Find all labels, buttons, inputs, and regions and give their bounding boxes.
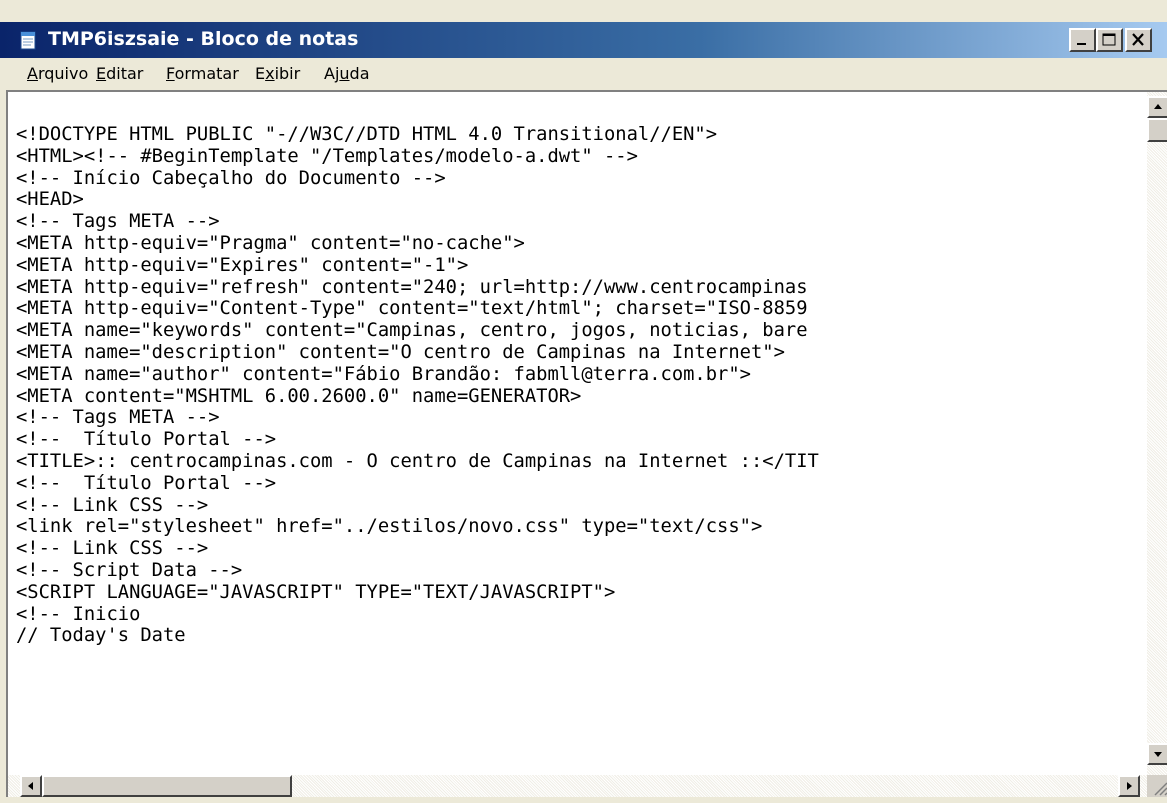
code-line: <META name="description" content="O cent… [16, 341, 785, 363]
menu-ajuda-mnemonic: u [339, 64, 350, 83]
menu-bar: Arquivo Editar Formatar Exibir Ajuda [0, 58, 1167, 90]
maximize-icon [1102, 33, 1116, 46]
code-line: // Today's Date [16, 625, 186, 647]
code-line: <META name="author" content="Fábio Brand… [16, 363, 751, 385]
code-line: <!-- Início Cabeçalho do Documento --> [16, 167, 446, 189]
maximize-button[interactable] [1096, 28, 1123, 52]
menu-editar[interactable]: Editar [96, 64, 143, 83]
horizontal-scrollbar[interactable] [8, 775, 1147, 797]
menu-arquivo[interactable]: Arquivo [27, 64, 88, 83]
scroll-up-button[interactable] [1147, 96, 1167, 118]
menu-arquivo-mnemonic: A [27, 64, 38, 83]
code-line: <META http-equiv="Pragma" content="no-ca… [16, 232, 525, 254]
menu-editar-mnemonic: E [96, 64, 107, 83]
code-line: <!-- Link CSS --> [16, 494, 209, 516]
minimize-icon [1077, 43, 1086, 45]
code-line: <SCRIPT LANGUAGE="JAVASCRIPT" TYPE="TEXT… [16, 581, 616, 603]
code-line: <HTML><!-- #BeginTemplate "/Templates/mo… [16, 145, 638, 167]
minimize-button[interactable] [1069, 28, 1096, 52]
arrow-left-icon [28, 782, 33, 790]
code-line: <!-- Título Portal --> [16, 472, 277, 494]
resize-grip[interactable] [1147, 775, 1167, 797]
menu-ajuda[interactable]: Ajuda [324, 64, 370, 83]
menu-exibir[interactable]: Exibir [255, 64, 300, 83]
code-line: <!-- Tags META --> [16, 211, 220, 233]
code-line: <!-- Link CSS --> [16, 538, 209, 560]
code-line: <!-- Título Portal --> [16, 429, 277, 451]
code-line: <!-- Inicio [16, 603, 141, 625]
menu-editar-rest: ditar [106, 64, 144, 83]
scroll-right-button[interactable] [1118, 775, 1140, 797]
scroll-left-button[interactable] [20, 775, 42, 797]
menu-formatar-rest: ormatar [174, 64, 239, 83]
window-title: TMP6iszsaie - Bloco de notas [48, 28, 359, 50]
menu-ajuda-pre: Aj [324, 64, 340, 83]
menu-exibir-rest: ibir [274, 64, 301, 83]
editor-text-area[interactable]: <!DOCTYPE HTML PUBLIC "-//W3C//DTD HTML … [16, 124, 1146, 774]
code-line: <META name="keywords" content="Campinas,… [16, 320, 808, 342]
close-icon [1132, 33, 1144, 46]
resize-grip-icon [1154, 782, 1167, 796]
code-line: <META http-equiv="refresh" content="240;… [16, 276, 808, 298]
close-button[interactable] [1125, 28, 1152, 52]
code-line: <!DOCTYPE HTML PUBLIC "-//W3C//DTD HTML … [16, 124, 718, 145]
text-editor[interactable]: <!DOCTYPE HTML PUBLIC "-//W3C//DTD HTML … [6, 90, 1167, 797]
arrow-up-icon [1154, 104, 1162, 109]
code-line: <!-- Tags META --> [16, 407, 220, 429]
menu-formatar[interactable]: Formatar [166, 64, 239, 83]
title-bar[interactable]: TMP6iszsaie - Bloco de notas [0, 22, 1167, 58]
code-line: <META http-equiv="Expires" content="-1"> [16, 254, 469, 276]
code-line: <META content="MSHTML 6.00.2600.0" name=… [16, 385, 582, 407]
scroll-down-button[interactable] [1147, 743, 1167, 765]
menu-formatar-mnemonic: F [166, 64, 175, 83]
arrow-right-icon [1127, 782, 1132, 790]
code-line: <link rel="stylesheet" href="../estilos/… [16, 516, 763, 538]
notepad-window: TMP6iszsaie - Bloco de notas Arquivo Edi… [0, 0, 1167, 803]
menu-exibir-mnemonic: x [265, 64, 275, 83]
code-line: <!-- Script Data --> [16, 559, 243, 581]
menu-ajuda-rest: da [349, 64, 370, 83]
notepad-icon[interactable] [18, 30, 38, 50]
menu-exibir-pre: E [255, 64, 266, 83]
code-line: <META http-equiv="Content-Type" content=… [16, 298, 808, 320]
vertical-scroll-thumb[interactable] [1147, 118, 1167, 142]
code-line: <HEAD> [16, 189, 84, 211]
arrow-down-icon [1154, 752, 1162, 757]
horizontal-scroll-thumb[interactable] [42, 775, 292, 797]
code-line: <TITLE>:: centrocampinas.com - O centro … [16, 450, 819, 472]
vertical-scrollbar[interactable] [1147, 92, 1167, 775]
menu-arquivo-rest: rquivo [37, 64, 89, 83]
